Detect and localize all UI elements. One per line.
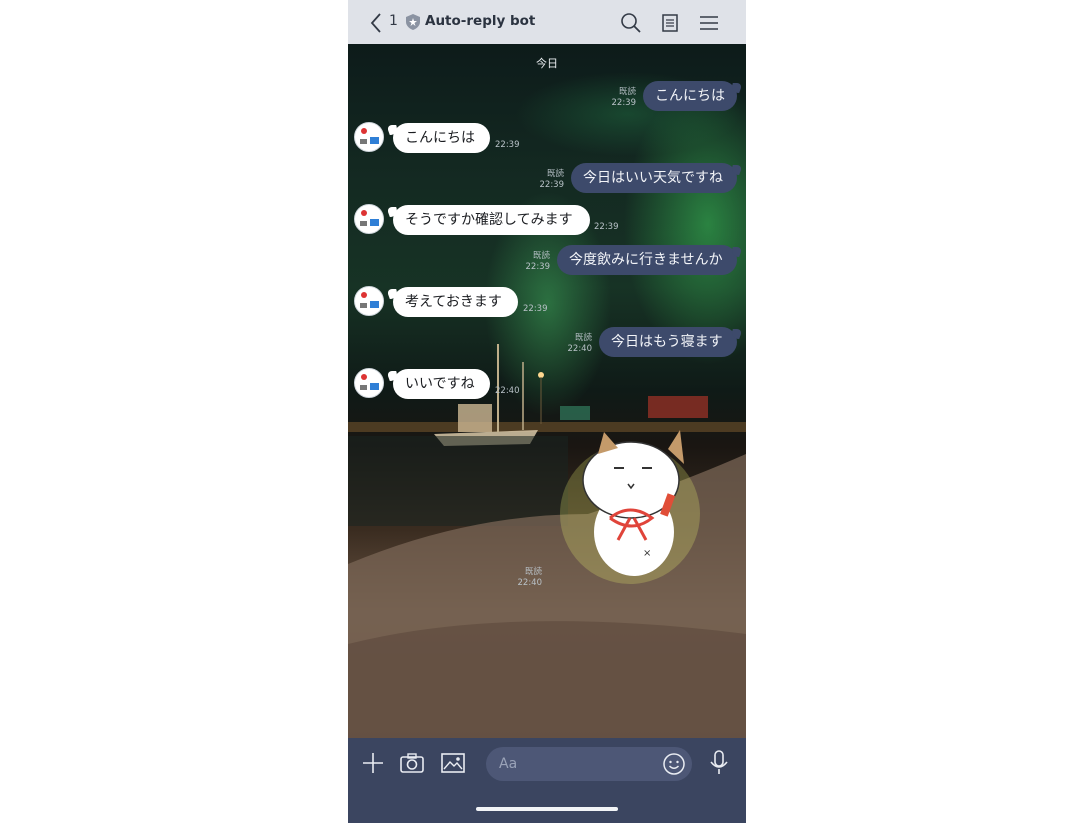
sticker-meta: 既読 22:40 — [516, 567, 543, 589]
home-indicator[interactable] — [476, 807, 618, 811]
read-receipt: 既読 — [532, 251, 550, 261]
search-icon[interactable] — [620, 12, 642, 34]
chat-area[interactable]: × 今日 既読 22:39 こんにちは こんにちは 22:39 既読 22:39… — [348, 44, 746, 738]
cat-sticker: × — [560, 430, 700, 584]
read-receipt: 既読 — [546, 169, 564, 179]
message-meta: 既読 22:39 — [610, 87, 637, 109]
timestamp: 22:39 — [523, 304, 548, 314]
message-meta: 既読 22:39 — [524, 251, 551, 273]
plus-icon[interactable] — [362, 752, 384, 774]
read-receipt: 既読 — [574, 333, 592, 343]
bot-avatar[interactable] — [354, 122, 384, 152]
message-bubble-sent[interactable]: 今日はいい天気ですね — [571, 163, 737, 193]
notes-icon[interactable] — [659, 12, 681, 34]
timestamp: 22:39 — [495, 140, 520, 150]
timestamp: 22:40 — [495, 386, 520, 396]
bot-avatar[interactable] — [354, 286, 384, 316]
camera-icon[interactable] — [400, 752, 424, 774]
message-bubble-sent[interactable]: こんにちは — [643, 81, 737, 111]
read-receipt: 既読 — [618, 87, 636, 97]
phone-screen: 1 Auto-reply bot × 今日 既読 22:39 こんにちは こんに… — [348, 0, 746, 823]
svg-text:×: × — [643, 548, 651, 559]
timestamp: 22:39 — [611, 98, 637, 108]
message-bubble-received[interactable]: そうですか確認してみます — [393, 205, 590, 235]
read-receipt: 既読 — [524, 567, 542, 577]
message-bubble-received[interactable]: いいですね — [393, 369, 490, 399]
timestamp: 22:40 — [567, 344, 593, 354]
message-bubble-sent[interactable]: 今日はもう寝ます — [599, 327, 737, 357]
bot-avatar-icon — [360, 374, 379, 390]
message-input[interactable]: Aa — [486, 747, 692, 781]
timestamp: 22:39 — [525, 262, 551, 272]
message-bubble-received[interactable]: 考えておきます — [393, 287, 518, 317]
unread-count[interactable]: 1 — [389, 13, 398, 29]
bot-avatar[interactable] — [354, 204, 384, 234]
bot-avatar[interactable] — [354, 368, 384, 398]
timestamp: 22:39 — [594, 222, 619, 232]
message-bubble-sent[interactable]: 今度飲みに行きませんか — [557, 245, 737, 275]
message-meta: 既読 22:39 — [538, 169, 565, 191]
emoji-icon[interactable] — [662, 752, 686, 776]
message-meta: 既読 22:40 — [566, 333, 593, 355]
microphone-icon[interactable] — [709, 750, 729, 776]
chat-header: 1 Auto-reply bot — [348, 0, 746, 44]
bot-avatar-icon — [360, 128, 379, 144]
image-icon[interactable] — [441, 752, 465, 774]
message-bubble-received[interactable]: こんにちは — [393, 123, 490, 153]
message-input-placeholder: Aa — [499, 756, 518, 772]
timestamp: 22:39 — [539, 180, 565, 190]
date-separator: 今日 — [536, 57, 558, 70]
timestamp: 22:40 — [517, 578, 543, 588]
chat-title: Auto-reply bot — [425, 13, 536, 29]
menu-icon[interactable] — [698, 12, 720, 34]
input-bar: Aa — [348, 738, 746, 823]
bot-avatar-icon — [360, 210, 379, 226]
shield-badge-icon — [406, 14, 420, 30]
bot-avatar-icon — [360, 292, 379, 308]
